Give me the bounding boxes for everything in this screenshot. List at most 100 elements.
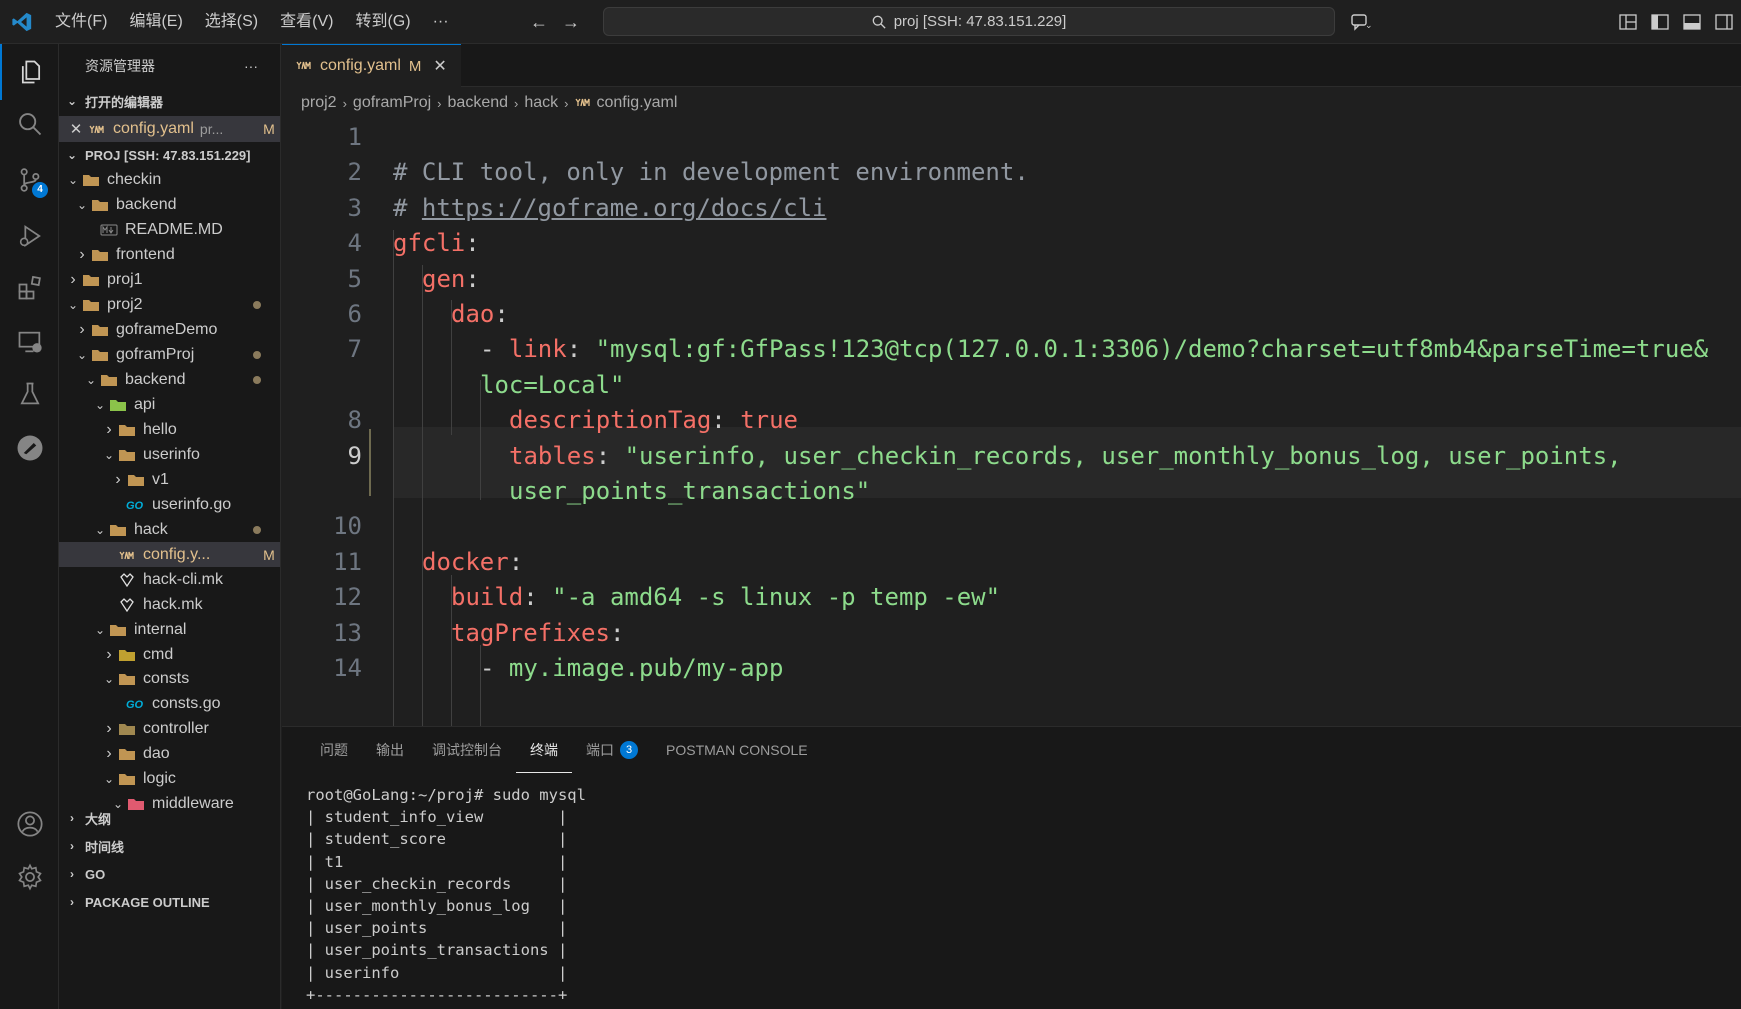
- open-editors-header[interactable]: ⌄ 打开的编辑器: [59, 88, 280, 114]
- chevron-right-icon: ›: [106, 745, 112, 763]
- folder-item[interactable]: ⌄ logic: [59, 767, 280, 792]
- menu-view[interactable]: 查看(V): [269, 0, 344, 44]
- file-item[interactable]: hack-cli.mk: [59, 567, 280, 592]
- folder-item[interactable]: ⌄ internal: [59, 617, 280, 642]
- modified-badge: M: [263, 121, 275, 137]
- account-icon[interactable]: [0, 796, 59, 852]
- explorer-icon[interactable]: [0, 44, 59, 100]
- breadcrumb-item[interactable]: goframProj: [353, 94, 431, 112]
- line-number: 10: [333, 512, 362, 541]
- folder-item[interactable]: ⌄ backend: [59, 193, 280, 218]
- search-icon[interactable]: [0, 96, 59, 152]
- menu-go[interactable]: 转到(G): [344, 0, 421, 44]
- code-link[interactable]: https://goframe.org/docs/cli: [422, 194, 827, 222]
- open-editor-item[interactable]: ✕ config.yaml pr... M: [59, 116, 280, 142]
- command-center[interactable]: proj [SSH: 47.83.151.229]: [603, 7, 1335, 36]
- copilot-chat-icon[interactable]: ⌄: [1345, 0, 1377, 44]
- go-file-icon: GO: [126, 699, 146, 709]
- extensions-icon[interactable]: [0, 260, 59, 316]
- terminal-line: | user_points |: [306, 919, 568, 938]
- go-section[interactable]: › GO: [59, 860, 280, 888]
- toggle-panel-icon[interactable]: [1676, 0, 1708, 44]
- menu-more[interactable]: ···: [422, 0, 460, 44]
- chevron-down-icon: ⌄: [67, 298, 79, 313]
- tree-item-label: backend: [125, 371, 186, 389]
- modified-dot: [253, 376, 261, 385]
- tree-item-label: goframProj: [116, 346, 195, 364]
- bottom-panel: 问题 输出 调试控制台 终端 端口 3 POSTMAN CONSOLE root@…: [282, 726, 1741, 1009]
- settings-gear-icon[interactable]: [0, 849, 59, 905]
- folder-item[interactable]: › dao: [59, 742, 280, 767]
- tab-config-yaml[interactable]: config.yaml M ✕: [282, 44, 461, 87]
- remote-explorer-icon[interactable]: [0, 314, 59, 370]
- folder-item[interactable]: › goframeDemo: [59, 318, 280, 343]
- file-item[interactable]: GO consts.go: [59, 692, 280, 717]
- tab-problems[interactable]: 问题: [306, 727, 362, 773]
- code-punct: :: [523, 583, 538, 612]
- code-punct: :: [609, 618, 625, 647]
- folder-item[interactable]: ⌄ goframProj: [59, 343, 280, 368]
- customize-layout-icon[interactable]: [1612, 0, 1644, 44]
- chevron-down-icon: ⌄: [66, 148, 78, 162]
- folder-item[interactable]: › cmd: [59, 642, 280, 667]
- chevron-right-icon: ›: [79, 246, 85, 264]
- file-item[interactable]: GO userinfo.go: [59, 492, 280, 517]
- folder-item[interactable]: ⌄ hack: [59, 517, 280, 542]
- breadcrumb-item[interactable]: backend: [448, 94, 509, 112]
- file-item[interactable]: config.y... M: [59, 542, 280, 568]
- tab-terminal[interactable]: 终端: [516, 727, 572, 773]
- timeline-label: 时间线: [85, 839, 125, 855]
- folder-icon: [108, 623, 128, 637]
- explorer-more-button[interactable]: ···: [244, 58, 258, 74]
- terminal-output[interactable]: root@GoLang:~/proj# sudo mysql | student…: [306, 784, 586, 1006]
- folder-icon: [126, 473, 146, 487]
- toggle-secondary-sidebar-icon[interactable]: [1708, 0, 1740, 44]
- postman-icon[interactable]: [0, 420, 59, 476]
- tab-output[interactable]: 输出: [362, 727, 418, 773]
- timeline-section[interactable]: › 时间线: [59, 832, 280, 860]
- folder-item[interactable]: ⌄ userinfo: [59, 442, 280, 467]
- toggle-sidebar-icon[interactable]: [1644, 0, 1676, 44]
- folder-item[interactable]: › frontend: [59, 243, 280, 268]
- folder-item[interactable]: ⌄ checkin: [59, 168, 280, 193]
- tab-debug-console[interactable]: 调试控制台: [418, 727, 516, 773]
- breadcrumb-item[interactable]: proj2: [301, 94, 337, 112]
- breadcrumb-item[interactable]: hack: [524, 94, 558, 112]
- outline-section[interactable]: › 大纲: [59, 804, 280, 832]
- file-item[interactable]: README.MD: [59, 218, 280, 243]
- line-number: 11: [333, 547, 362, 576]
- breadcrumb-item[interactable]: config.yaml: [597, 94, 678, 112]
- folder-item[interactable]: ⌄ backend: [59, 368, 280, 393]
- yaml-key: descriptionTag: [509, 406, 712, 435]
- package-outline-section[interactable]: › PACKAGE OUTLINE: [59, 888, 280, 916]
- menu-file[interactable]: 文件(F): [44, 0, 118, 44]
- tree-item-label: proj1: [107, 271, 143, 289]
- workspace-header[interactable]: ⌄ PROJ [SSH: 47.83.151.229]: [59, 142, 280, 168]
- run-debug-icon[interactable]: [0, 208, 59, 264]
- folder-item[interactable]: › hello: [59, 418, 280, 443]
- folder-item[interactable]: › proj1: [59, 268, 280, 293]
- menu-edit[interactable]: 编辑(E): [118, 0, 193, 44]
- source-control-icon[interactable]: 4: [0, 152, 59, 208]
- file-item[interactable]: hack.mk: [59, 592, 280, 617]
- folder-item[interactable]: ⌄ consts: [59, 667, 280, 692]
- testing-icon[interactable]: [0, 366, 59, 422]
- folder-item[interactable]: ⌄ proj2: [59, 293, 280, 318]
- close-icon[interactable]: ✕: [65, 120, 87, 138]
- tree-item-label: hello: [143, 420, 177, 438]
- folder-item[interactable]: › controller: [59, 717, 280, 742]
- tab-postman-console[interactable]: POSTMAN CONSOLE: [652, 727, 822, 773]
- folder-item[interactable]: ⌄ api: [59, 393, 280, 418]
- folder-item[interactable]: › v1: [59, 467, 280, 492]
- layout-controls: [1612, 0, 1740, 44]
- tree-item-label: logic: [143, 770, 176, 788]
- tab-ports[interactable]: 端口 3: [572, 727, 652, 773]
- forward-arrow-icon[interactable]: →: [562, 12, 580, 33]
- terminal-line: root@GoLang:~/proj# sudo mysql: [306, 786, 586, 804]
- tab-close-icon[interactable]: ✕: [433, 56, 446, 76]
- chevron-down-icon: ⌄: [103, 772, 115, 787]
- mk-file-icon: [117, 597, 137, 612]
- menu-selection[interactable]: 选择(S): [194, 0, 269, 44]
- back-arrow-icon[interactable]: ←: [530, 12, 548, 33]
- vscode-logo-icon[interactable]: [0, 0, 44, 44]
